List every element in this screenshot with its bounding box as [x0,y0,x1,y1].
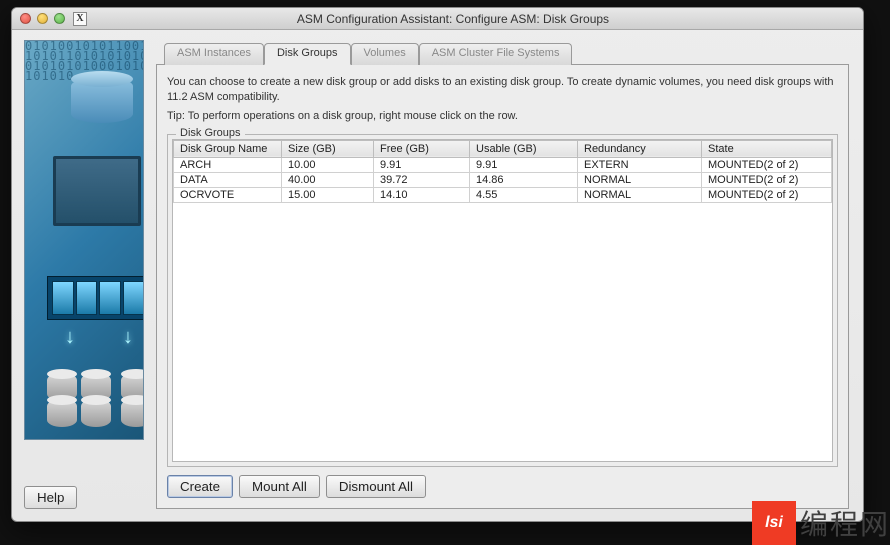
cell-state: MOUNTED(2 of 2) [702,187,832,202]
cell-redundancy: NORMAL [578,172,702,187]
tab-acfs: ASM Cluster File Systems [419,43,573,65]
cell-free: 14.10 [374,187,470,202]
tip-text: Tip: To perform operations on a disk gro… [167,109,838,124]
description-text: You can choose to create a new disk grou… [167,75,838,105]
site-watermark: lsi 编程网 [752,501,890,545]
close-icon[interactable] [20,13,31,24]
cell-free: 39.72 [374,172,470,187]
fieldset-legend: Disk Groups [176,127,245,139]
cell-name: OCRVOTE [174,187,282,202]
col-redundancy[interactable]: Redundancy [578,140,702,157]
table-header: Disk Group Name Size (GB) Free (GB) Usab… [174,140,832,157]
disk-groups-table[interactable]: Disk Group Name Size (GB) Free (GB) Usab… [172,139,833,462]
cell-usable: 9.91 [470,157,578,172]
titlebar: X ASM Configuration Assistant: Configure… [12,8,863,30]
watermark-logo: lsi [752,501,796,545]
wizard-illustration: 0101001010110010101 1010110101010101100 … [24,40,144,440]
cell-state: MOUNTED(2 of 2) [702,157,832,172]
create-button[interactable]: Create [167,475,233,498]
cell-name: DATA [174,172,282,187]
table-row[interactable]: OCRVOTE 15.00 14.10 4.55 NORMAL MOUNTED(… [174,187,832,202]
window-title: ASM Configuration Assistant: Configure A… [91,12,855,26]
table-row[interactable]: ARCH 10.00 9.91 9.91 EXTERN MOUNTED(2 of… [174,157,832,172]
tab-bar: ASM Instances Disk Groups Volumes ASM Cl… [164,42,849,64]
minimize-icon[interactable] [37,13,48,24]
col-state[interactable]: State [702,140,832,157]
cell-size: 40.00 [282,172,374,187]
tab-volumes: Volumes [351,43,419,65]
watermark-text: 编程网 [800,503,890,543]
action-buttons: Create Mount All Dismount All [167,475,838,498]
disk-groups-pane: You can choose to create a new disk grou… [156,64,849,509]
zoom-icon[interactable] [54,13,65,24]
cell-size: 15.00 [282,187,374,202]
tab-asm-instances[interactable]: ASM Instances [164,43,264,65]
app-window: X ASM Configuration Assistant: Configure… [11,7,864,522]
col-size[interactable]: Size (GB) [282,140,374,157]
col-usable[interactable]: Usable (GB) [470,140,578,157]
cell-usable: 4.55 [470,187,578,202]
col-free[interactable]: Free (GB) [374,140,470,157]
cell-size: 10.00 [282,157,374,172]
window-controls [20,13,65,24]
cell-usable: 14.86 [470,172,578,187]
cell-redundancy: NORMAL [578,187,702,202]
cell-free: 9.91 [374,157,470,172]
dismount-all-button[interactable]: Dismount All [326,475,426,498]
cell-state: MOUNTED(2 of 2) [702,172,832,187]
col-disk-group-name[interactable]: Disk Group Name [174,140,282,157]
x11-icon: X [73,12,87,26]
cell-redundancy: EXTERN [578,157,702,172]
cell-name: ARCH [174,157,282,172]
disk-groups-fieldset: Disk Groups Disk Group Name Size (GB) Fr… [167,134,838,467]
tab-disk-groups[interactable]: Disk Groups [264,43,351,65]
table-row[interactable]: DATA 40.00 39.72 14.86 NORMAL MOUNTED(2 … [174,172,832,187]
help-button[interactable]: Help [24,486,77,509]
mount-all-button[interactable]: Mount All [239,475,320,498]
